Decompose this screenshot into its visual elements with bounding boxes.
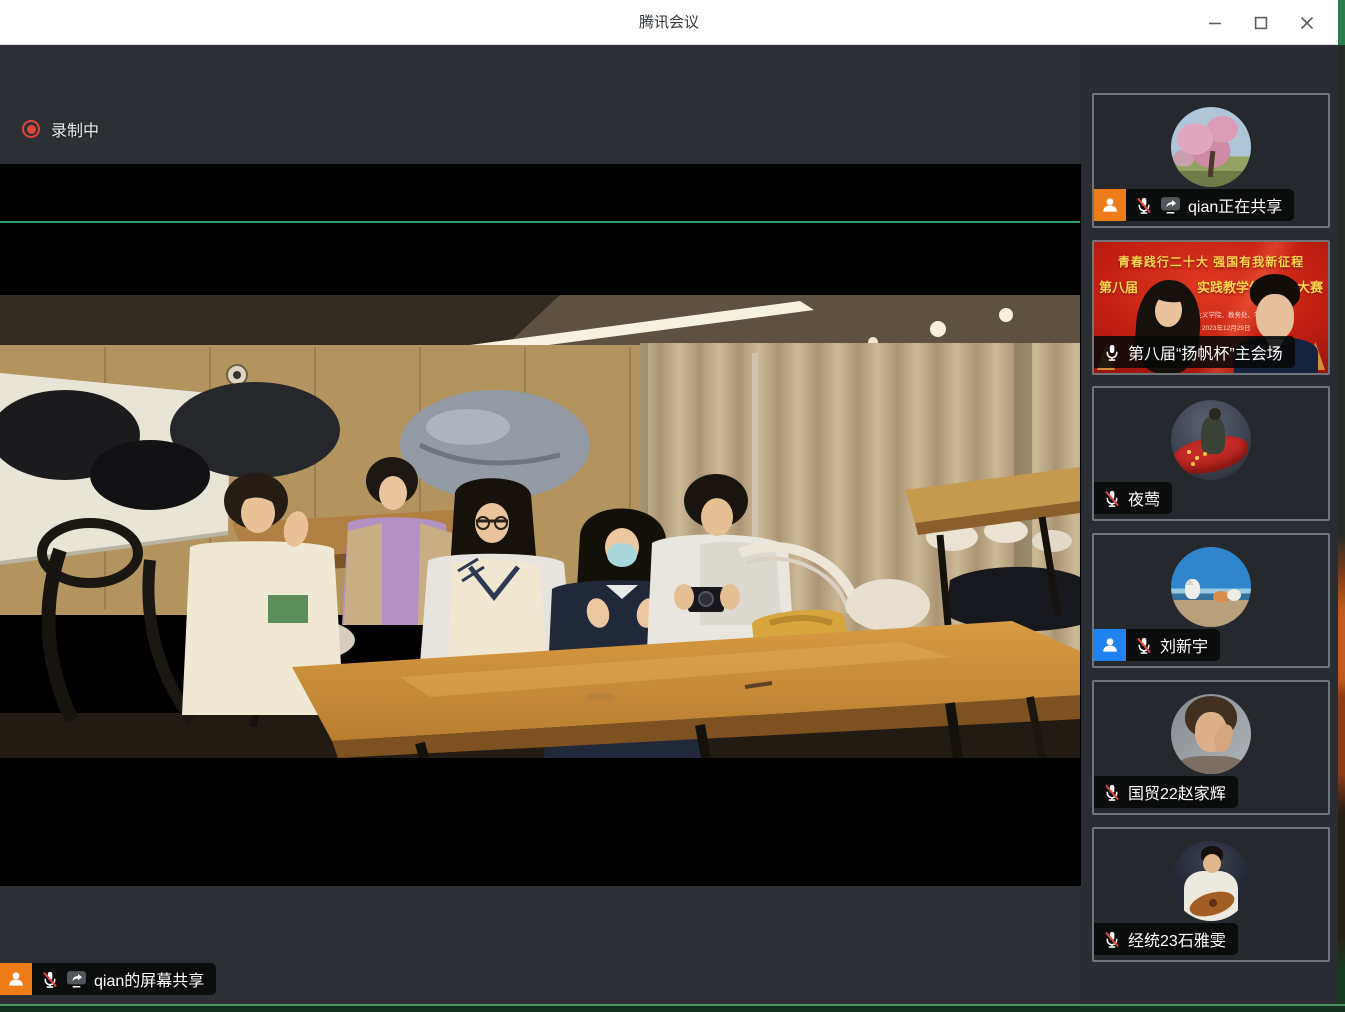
participant-tile-yeying[interactable]: 夜莺 — [1092, 386, 1330, 521]
participant-tile-shiyawen[interactable]: 经统23石雅雯 — [1092, 827, 1330, 962]
screen-share-icon — [1160, 196, 1181, 214]
minimize-button[interactable] — [1192, 0, 1238, 45]
recording-icon — [22, 120, 40, 138]
close-button[interactable] — [1284, 0, 1330, 45]
share-border-line — [0, 221, 1080, 223]
screen-share-icon — [66, 970, 87, 988]
avatar — [1171, 107, 1251, 187]
banner-line1: 青春践行二十大 强国有我新征程 — [1094, 253, 1328, 270]
meeting-topbar: 录制中 — [0, 45, 1081, 164]
tile-label: 第八届“扬帆杯”主会场 — [1094, 336, 1295, 368]
stage-share-pill: qian的屏幕共享 — [0, 963, 216, 995]
participant-tile-qian[interactable]: qian正在共享 — [1092, 93, 1330, 228]
mic-muted-icon — [1135, 636, 1153, 655]
tile-label: qian正在共享 — [1094, 189, 1294, 221]
tile-label: 经统23石雅雯 — [1094, 923, 1238, 955]
participant-name: 第八届“扬帆杯”主会场 — [1128, 340, 1283, 364]
recording-label: 录制中 — [51, 117, 99, 141]
participant-tile-liuxinyu[interactable]: 刘新宇 — [1092, 533, 1330, 668]
mic-muted-icon — [1103, 930, 1121, 949]
mic-on-icon — [1103, 343, 1121, 362]
window-controls — [1192, 0, 1330, 45]
avatar — [1171, 400, 1251, 480]
presenter-badge-icon — [1094, 189, 1126, 221]
participant-name: 国贸22赵家辉 — [1128, 780, 1226, 804]
presenter-badge-icon — [0, 963, 32, 995]
titlebar: 腾讯会议 — [0, 0, 1338, 45]
desktop-edge-right — [1338, 45, 1345, 1004]
main-stage-column: 录制中 — [0, 45, 1081, 1004]
mic-muted-icon — [1135, 196, 1153, 215]
maximize-button[interactable] — [1238, 0, 1284, 45]
mic-muted-icon — [1103, 783, 1121, 802]
mic-muted-icon — [1103, 489, 1121, 508]
participant-name: qian正在共享 — [1188, 193, 1282, 217]
window-title: 腾讯会议 — [0, 0, 1338, 45]
participant-name: 刘新宇 — [1160, 633, 1208, 657]
shared-video — [0, 295, 1080, 758]
mic-muted-icon — [41, 970, 59, 989]
tile-label: 夜莺 — [1094, 482, 1172, 514]
desktop-edge-bottom — [0, 1004, 1345, 1012]
participant-name: 经统23石雅雯 — [1128, 927, 1226, 951]
shared-screen-stage — [0, 164, 1081, 886]
member-badge-icon — [1094, 629, 1126, 661]
tencent-meeting-window: 腾讯会议 录制中 — [0, 0, 1345, 1012]
desktop-edge-top — [1338, 0, 1345, 45]
participant-name: 夜莺 — [1128, 486, 1160, 510]
tile-label: 刘新宇 — [1094, 629, 1220, 661]
banner-line2-left: 第八届 — [1099, 277, 1138, 296]
avatar — [1171, 547, 1251, 627]
banner-line2-right: 大赛 — [1297, 277, 1323, 296]
participants-sidebar: qian正在共享 青春践行二十大 强国有我新征程 第八届 实践教学优秀 大赛 思… — [1081, 45, 1338, 1004]
participant-tile-main-venue[interactable]: 青春践行二十大 强国有我新征程 第八届 实践教学优秀 大赛 思主义学院、教务处、… — [1092, 240, 1330, 375]
banner-line4: 2023年12月29日 — [1202, 322, 1250, 332]
share-pill-label: qian的屏幕共享 — [94, 967, 204, 991]
recording-indicator: 录制中 — [22, 117, 99, 141]
avatar — [1171, 694, 1251, 774]
tile-label: 国贸22赵家辉 — [1094, 776, 1238, 808]
avatar — [1171, 841, 1251, 921]
participant-tile-zhaojiahui[interactable]: 国贸22赵家辉 — [1092, 680, 1330, 815]
